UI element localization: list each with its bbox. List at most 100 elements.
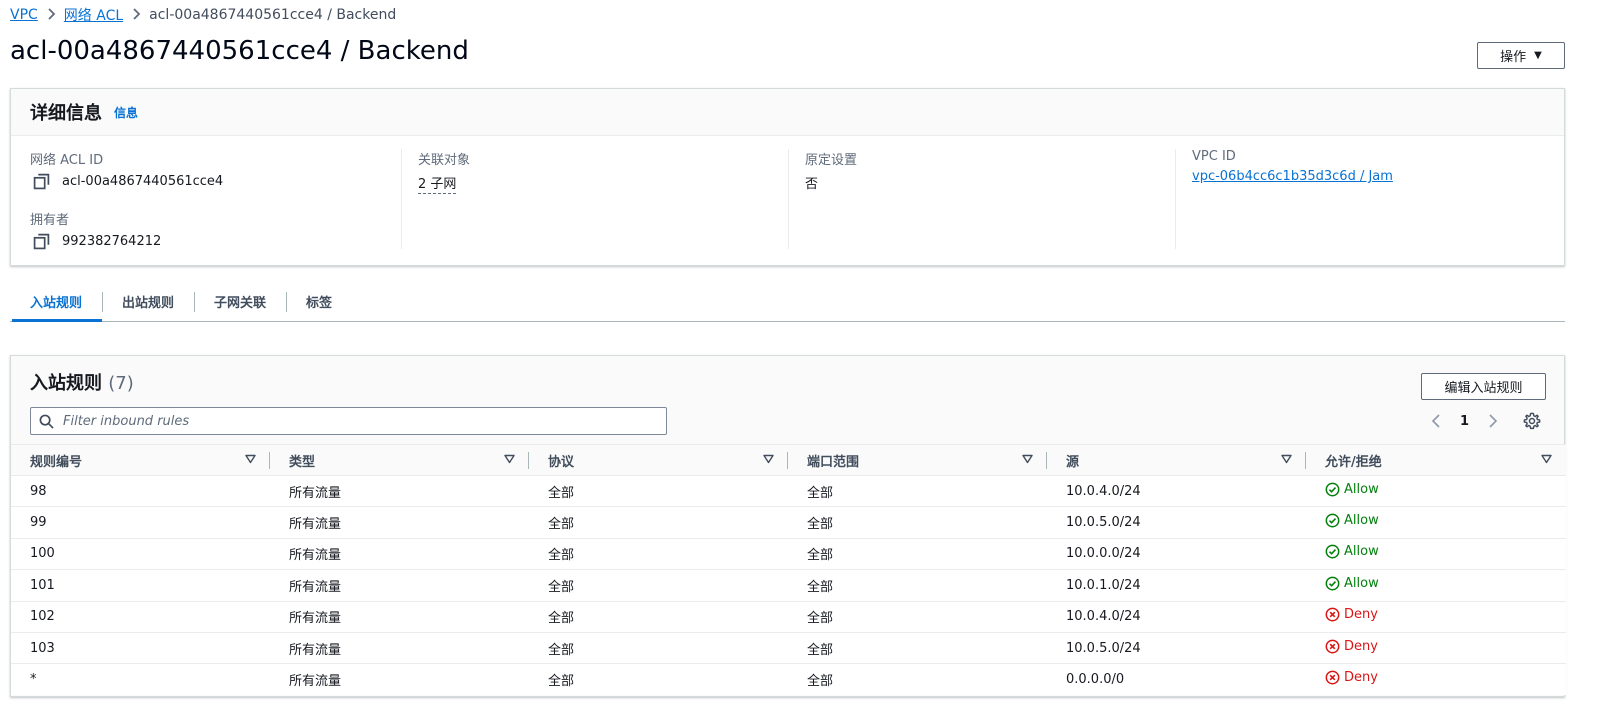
x-circle-icon [1325, 639, 1340, 654]
cell-allow-deny: Allow [1306, 538, 1566, 569]
cell-rule-number: 103 [30, 640, 55, 656]
table-row[interactable]: 98 所有流量 全部 全部 10.0.4.0/24 Allow [11, 476, 1566, 507]
status-label: Deny [1344, 670, 1378, 686]
status-indicator: Allow [1325, 482, 1379, 497]
vpc-id-link[interactable]: vpc-06b4cc6c1b35d3c6d / Jam [1192, 169, 1393, 184]
column-header-type[interactable]: 类型 [270, 445, 529, 476]
actions-button-label: 操作 [1500, 50, 1527, 65]
cell-rule-number: 99 [30, 515, 47, 531]
check-circle-icon [1325, 513, 1340, 528]
cell-port-range: 全部 [807, 579, 834, 595]
sort-caret-icon [763, 454, 774, 464]
sort-caret-icon [245, 454, 256, 464]
cell-protocol: 全部 [548, 485, 575, 501]
tab-outbound-rules[interactable]: 出站规则 [102, 287, 194, 315]
cell-source: 10.0.5.0/24 [1066, 640, 1141, 656]
gear-icon[interactable] [1523, 412, 1541, 430]
actions-button[interactable]: 操作 ▼ [1477, 42, 1565, 69]
cell-allow-deny: Deny [1306, 664, 1566, 695]
vpc-id-key: VPC ID [1192, 149, 1236, 164]
status-label: Allow [1344, 481, 1379, 497]
sort-caret-icon [504, 454, 515, 464]
breadcrumb-vpc-link[interactable]: VPC [10, 7, 38, 23]
column-header-allow-deny[interactable]: 允许/拒绝 [1306, 445, 1566, 476]
chevron-right-icon[interactable] [1486, 413, 1500, 429]
column-header-port-range[interactable]: 端口范围 [788, 445, 1047, 476]
table-row[interactable]: 100 所有流量 全部 全部 10.0.0.0/24 Allow [11, 538, 1566, 570]
acl-id-key: 网络 ACL ID [30, 153, 104, 168]
sort-caret-icon [1022, 454, 1033, 464]
table-row[interactable]: 101 所有流量 全部 全部 10.0.1.0/24 Allow [11, 570, 1566, 602]
cell-allow-deny: Deny [1306, 632, 1566, 663]
cell-port-range: 全部 [807, 485, 834, 501]
cell-rule-number: 98 [30, 483, 47, 499]
edit-inbound-rules-button[interactable]: 编辑入站规则 [1421, 373, 1546, 400]
column-header-rule-number[interactable]: 规则编号 [11, 445, 270, 476]
owner-value-row: 992382764212 [30, 233, 400, 250]
cell-protocol: 全部 [548, 517, 575, 533]
status-label: Allow [1344, 513, 1379, 529]
column-header-label: 类型 [289, 454, 316, 470]
page-number[interactable]: 1 [1460, 414, 1469, 429]
breadcrumb: VPC 网络 ACL acl-00a4867440561cce4 / Backe… [10, 6, 396, 24]
column-header-label: 端口范围 [807, 454, 860, 470]
page-title: acl-00a4867440561cce4 / Backend [10, 36, 469, 66]
cell-source: 10.0.0.0/24 [1066, 546, 1141, 562]
chevron-left-icon[interactable] [1429, 413, 1443, 429]
cell-source: 10.0.5.0/24 [1066, 515, 1141, 531]
search-icon [39, 414, 54, 429]
tab-subnet-associations[interactable]: 子网关联 [194, 287, 286, 315]
default-key: 原定设置 [805, 153, 858, 168]
associated-value-row: 2 子网 [418, 173, 788, 194]
breadcrumb-network-acl-link[interactable]: 网络 ACL [64, 5, 123, 25]
details-title: 详细信息 [30, 103, 102, 124]
sort-caret-icon [1281, 454, 1292, 464]
tab-inbound-rules[interactable]: 入站规则 [10, 287, 103, 322]
column-header-source[interactable]: 源 [1047, 445, 1306, 476]
cell-port-range: 全部 [807, 674, 834, 690]
vpc-id-value-row: vpc-06b4cc6c1b35d3c6d / Jam [1192, 169, 1565, 184]
check-circle-icon [1325, 482, 1340, 497]
table-row[interactable]: 99 所有流量 全部 全部 10.0.5.0/24 Allow [11, 507, 1566, 539]
status-label: Allow [1344, 544, 1379, 560]
inbound-rules-panel: 入站规则 (7) 编辑入站规则 1 规则编号 类型 协议 端口范围 源 允许/拒… [10, 355, 1566, 697]
status-indicator: Deny [1325, 607, 1378, 622]
cell-rule-number: 101 [30, 577, 55, 593]
cell-protocol: 全部 [548, 611, 575, 627]
tab-tags[interactable]: 标签 [286, 287, 352, 315]
inbound-rules-count: (7) [108, 373, 134, 394]
caret-down-icon: ▼ [1534, 50, 1542, 61]
cell-type: 所有流量 [289, 642, 342, 658]
associated-subnets-value[interactable]: 2 子网 [418, 173, 457, 194]
cell-protocol: 全部 [548, 674, 575, 690]
table-row[interactable]: 102 所有流量 全部 全部 10.0.4.0/24 Deny [11, 601, 1566, 633]
table-row[interactable]: 103 所有流量 全部 全部 10.0.5.0/24 Deny [11, 632, 1566, 664]
table-row[interactable]: * 所有流量 全部 全部 0.0.0.0/0 Deny [11, 664, 1566, 695]
status-indicator: Allow [1325, 544, 1379, 559]
info-link[interactable]: 信息 [114, 104, 138, 121]
default-value: 否 [805, 177, 819, 192]
copy-icon[interactable] [33, 233, 50, 250]
column-header-label: 源 [1066, 454, 1080, 470]
status-label: Deny [1344, 638, 1378, 654]
cell-source: 10.0.4.0/24 [1066, 483, 1141, 499]
cell-port-range: 全部 [807, 611, 834, 627]
cell-type: 所有流量 [289, 674, 342, 690]
details-column-vpc: VPC ID vpc-06b4cc6c1b35d3c6d / Jam [1175, 149, 1565, 249]
status-label: Allow [1344, 575, 1379, 591]
acl-id-value: acl-00a4867440561cce4 [62, 174, 224, 189]
copy-icon[interactable] [33, 173, 50, 190]
cell-type: 所有流量 [289, 485, 342, 501]
cell-protocol: 全部 [548, 579, 575, 595]
status-indicator: Deny [1325, 639, 1378, 654]
column-header-protocol[interactable]: 协议 [529, 445, 788, 476]
column-header-label: 规则编号 [30, 454, 83, 470]
owner-key: 拥有者 [30, 213, 70, 228]
cell-source: 10.0.1.0/24 [1066, 577, 1141, 593]
filter-input[interactable] [63, 413, 653, 429]
status-label: Deny [1344, 607, 1378, 623]
check-circle-icon [1325, 545, 1340, 559]
cell-port-range: 全部 [807, 642, 834, 658]
cell-source: 10.0.4.0/24 [1066, 609, 1141, 625]
cell-protocol: 全部 [548, 548, 575, 564]
